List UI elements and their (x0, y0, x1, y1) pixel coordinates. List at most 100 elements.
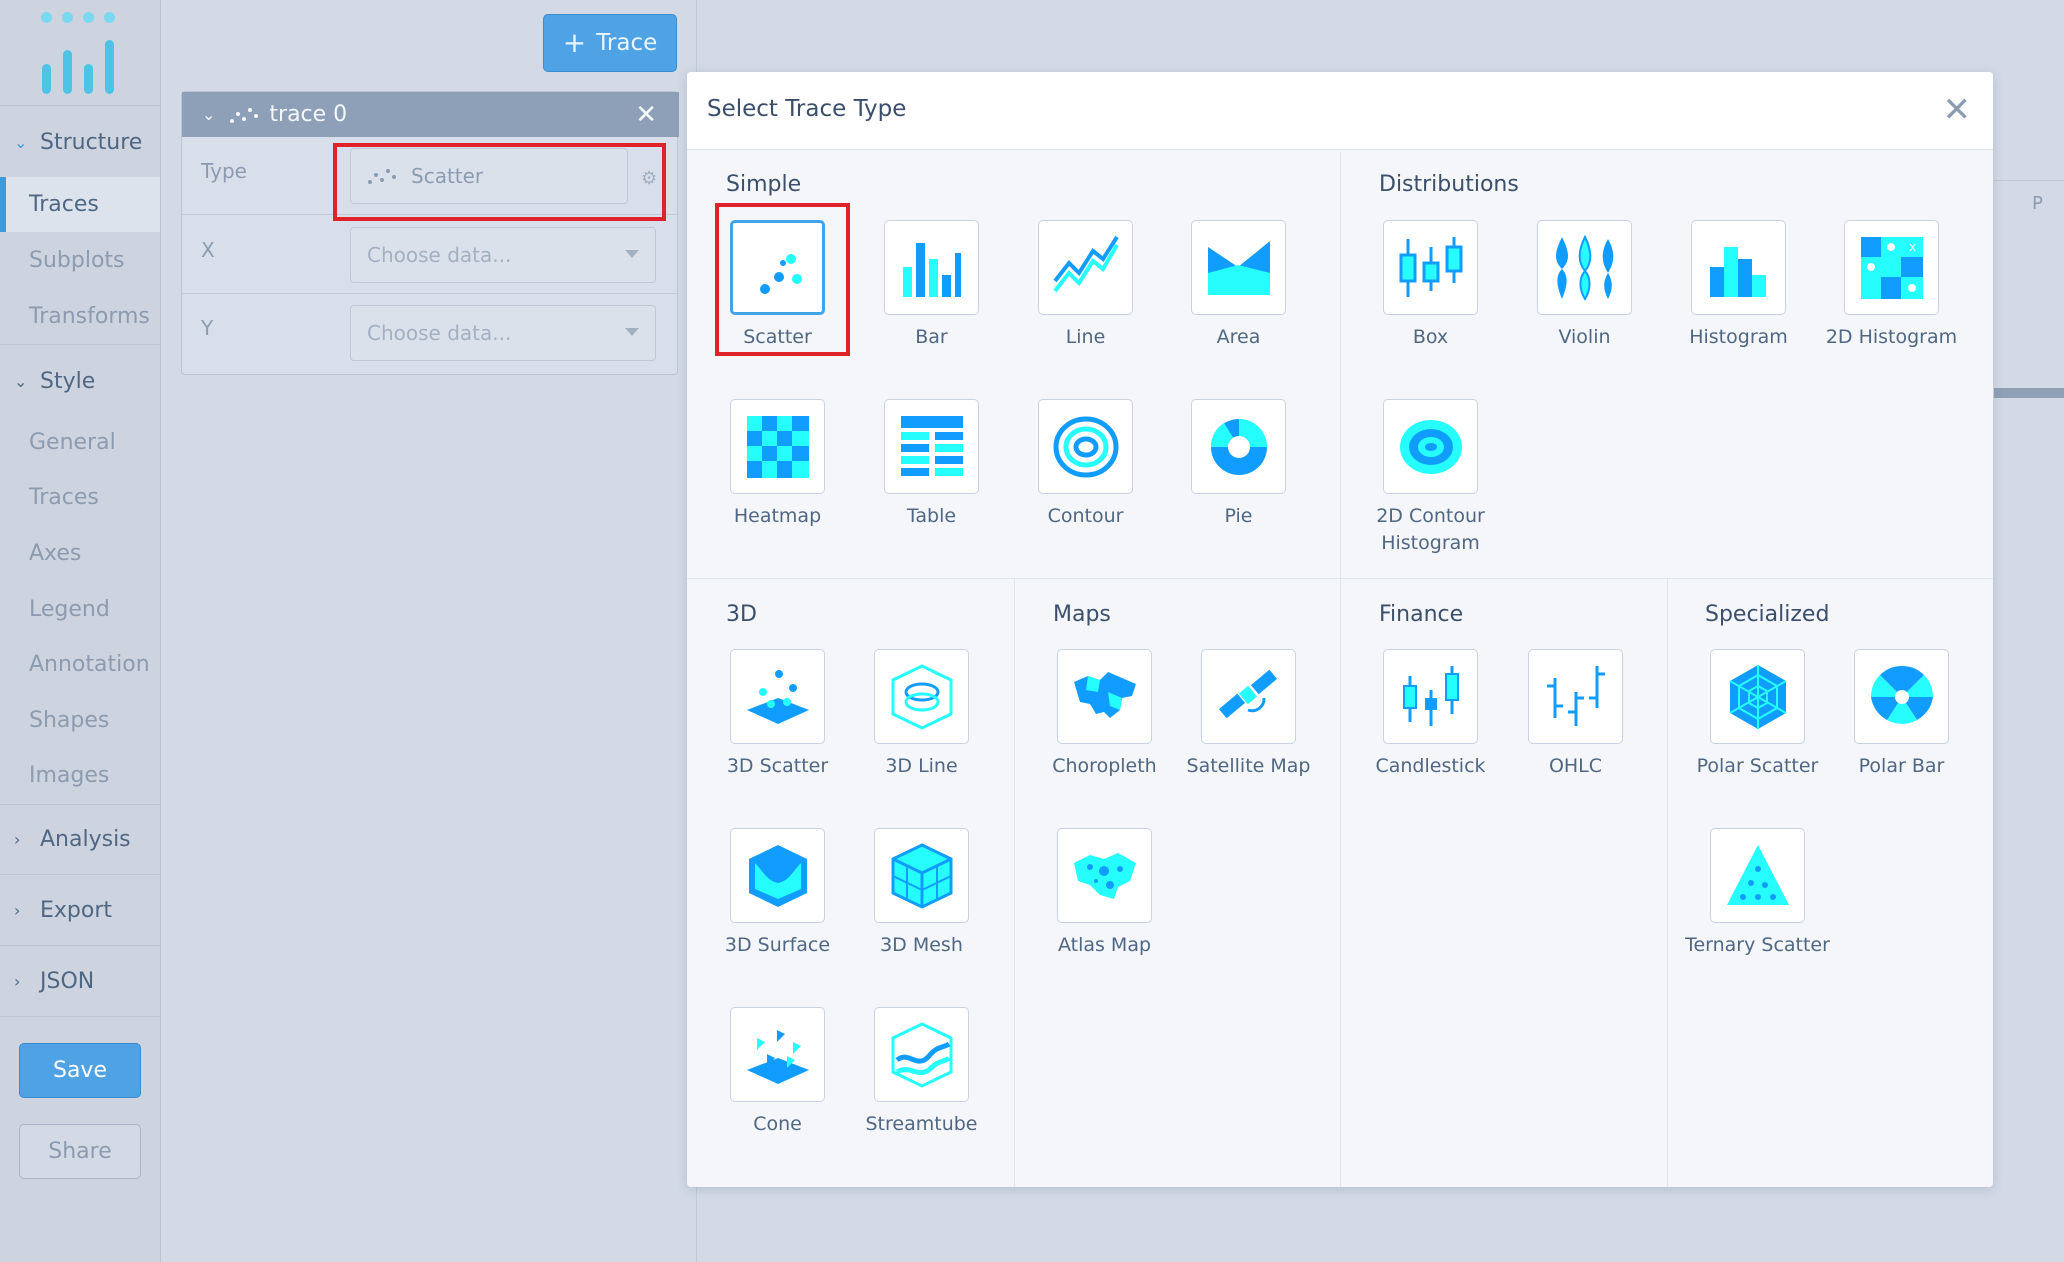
column-header: P (2032, 193, 2043, 214)
streamtube-icon (891, 1022, 953, 1088)
sidebar-group-style[interactable]: ⌄ Style (0, 348, 160, 414)
trace-type-area[interactable]: Area (1150, 220, 1300, 380)
trace-type-cone[interactable]: Cone (689, 1007, 839, 1167)
area-icon (1208, 241, 1270, 295)
tile-label: Atlas Map (1057, 934, 1152, 956)
add-trace-label: Trace (596, 30, 658, 56)
trace-type-3d-scatter[interactable]: 3D Scatter (689, 649, 839, 809)
sidebar-group-label: Structure (40, 129, 143, 155)
trace-type-histogram[interactable]: Histogram (1650, 220, 1800, 380)
type-label: Type (201, 159, 247, 183)
trace-type-ohlc[interactable]: OHLC (1487, 649, 1637, 809)
plus-icon: + (562, 26, 587, 59)
trace-type-line[interactable]: Line (997, 220, 1147, 380)
sidebar-group-export[interactable]: › Export (0, 877, 160, 943)
trace-type-3d-line[interactable]: 3D Line (833, 649, 983, 809)
chevron-right-icon: › (14, 971, 21, 991)
trace-card: ⌄ trace 0 ✕ Type Scatter ⚙ X Choose data… (181, 91, 679, 375)
select-trace-type-modal: Select Trace Type ✕ Simple Distributions… (687, 72, 1993, 1187)
cone-icon (747, 1030, 809, 1084)
sidebar-item-label: Legend (29, 597, 110, 622)
tile-label: 2D Histogram (1825, 326, 1958, 348)
tile-label: Area (1216, 326, 1261, 348)
3d-mesh-icon (891, 843, 953, 909)
sidebar-group-analysis[interactable]: › Analysis (0, 806, 160, 872)
category-simple: Simple (726, 172, 802, 197)
tile-label: Contour (1047, 505, 1124, 527)
plotly-logo (36, 10, 126, 94)
bar-icon (903, 243, 961, 297)
y-placeholder: Choose data... (367, 321, 512, 345)
trace-type-2d-histogram[interactable]: x 2D Histogram (1803, 220, 1957, 380)
trace-type-contour[interactable]: Contour (997, 399, 1147, 559)
x-data-dropdown[interactable]: Choose data... (350, 227, 656, 283)
category-distributions: Distributions (1379, 172, 1519, 197)
trace-type-2d-contour-histogram[interactable]: 2D Contour Histogram (1342, 399, 1492, 559)
category-specialized: Specialized (1705, 602, 1830, 627)
sidebar-group-label: Style (40, 368, 96, 394)
sidebar-item-annotation[interactable]: Annotation (0, 637, 160, 692)
histogram-icon (1710, 247, 1766, 297)
close-icon[interactable]: ✕ (1943, 90, 1972, 130)
spreadsheet-scrollbar[interactable] (1994, 388, 2064, 398)
trace-type-box[interactable]: Box (1342, 220, 1492, 380)
sidebar-item-legend[interactable]: Legend (0, 582, 160, 637)
tile-label: Ternary Scatter (1685, 934, 1830, 956)
sidebar-item-general[interactable]: General (0, 415, 160, 470)
sidebar-item-label: Subplots (29, 248, 125, 273)
sidebar-item-shapes[interactable]: Shapes (0, 693, 160, 748)
sidebar-group-structure[interactable]: ⌄ Structure (0, 109, 160, 175)
sidebar-group-json[interactable]: › JSON (0, 948, 160, 1014)
chevron-down-icon: ⌄ (14, 371, 28, 391)
contour-icon (1053, 416, 1119, 478)
trace-type-pie[interactable]: Pie (1150, 399, 1300, 559)
share-button[interactable]: Share (19, 1124, 141, 1179)
tile-label: Box (1412, 326, 1449, 348)
sidebar-item-traces[interactable]: Traces (0, 177, 160, 232)
trace-type-choropleth[interactable]: Choropleth (1016, 649, 1166, 809)
chevron-down-icon: ⌄ (202, 105, 216, 124)
tile-label: Line (1065, 326, 1106, 348)
trace-type-heatmap[interactable]: Heatmap (689, 399, 839, 559)
2d-contour-histogram-icon (1400, 420, 1462, 474)
trace-type-satellite-map[interactable]: Satellite Map (1160, 649, 1310, 809)
close-icon[interactable]: ✕ (635, 100, 657, 130)
trace-type-ternary-scatter[interactable]: Ternary Scatter (1669, 828, 1830, 988)
box-plot-icon (1399, 237, 1463, 297)
trace-type-3d-mesh[interactable]: 3D Mesh (833, 828, 983, 988)
svg-text:x: x (1909, 240, 1916, 254)
tile-label: 3D Line (885, 755, 958, 777)
sidebar-item-subplots[interactable]: Subplots (0, 233, 160, 288)
trace-type-table[interactable]: Table (843, 399, 993, 559)
trace-type-polar-bar[interactable]: Polar Bar (1813, 649, 1963, 809)
trace-type-atlas-map[interactable]: Atlas Map (1016, 828, 1166, 988)
polar-scatter-icon (1729, 665, 1787, 729)
trace-type-bar[interactable]: Bar (843, 220, 993, 380)
caret-down-icon (625, 250, 639, 258)
sidebar: ⌄ Structure Traces Subplots Transforms ⌄… (0, 0, 161, 1262)
chevron-down-icon: ⌄ (14, 132, 28, 152)
line-icon (1053, 235, 1119, 293)
trace-type-candlestick[interactable]: Candlestick (1342, 649, 1492, 809)
save-button[interactable]: Save (19, 1043, 141, 1098)
sidebar-item-label: Traces (29, 485, 99, 510)
sidebar-item-transforms[interactable]: Transforms (0, 289, 160, 344)
y-data-dropdown[interactable]: Choose data... (350, 305, 656, 361)
violin-icon (1556, 234, 1614, 301)
sidebar-item-label: Traces (29, 192, 99, 217)
trace-type-streamtube[interactable]: Streamtube (833, 1007, 983, 1167)
sidebar-item-style-traces[interactable]: Traces (0, 470, 160, 525)
tile-label: Satellite Map (1186, 755, 1311, 777)
sidebar-group-label: Analysis (40, 826, 131, 852)
tile-label: 3D Mesh (880, 934, 963, 956)
trace-type-violin[interactable]: Violin (1496, 220, 1646, 380)
trace-type-polar-scatter[interactable]: Polar Scatter (1669, 649, 1819, 809)
tile-label: Violin (1558, 326, 1611, 348)
polar-bar-icon (1870, 665, 1934, 724)
trace-type-3d-surface[interactable]: 3D Surface (689, 828, 839, 988)
add-trace-button[interactable]: + Trace (543, 14, 677, 72)
trace-header[interactable]: ⌄ trace 0 ✕ (182, 92, 679, 137)
3d-line-icon (891, 664, 953, 730)
sidebar-item-images[interactable]: Images (0, 748, 160, 803)
sidebar-item-axes[interactable]: Axes (0, 526, 160, 581)
